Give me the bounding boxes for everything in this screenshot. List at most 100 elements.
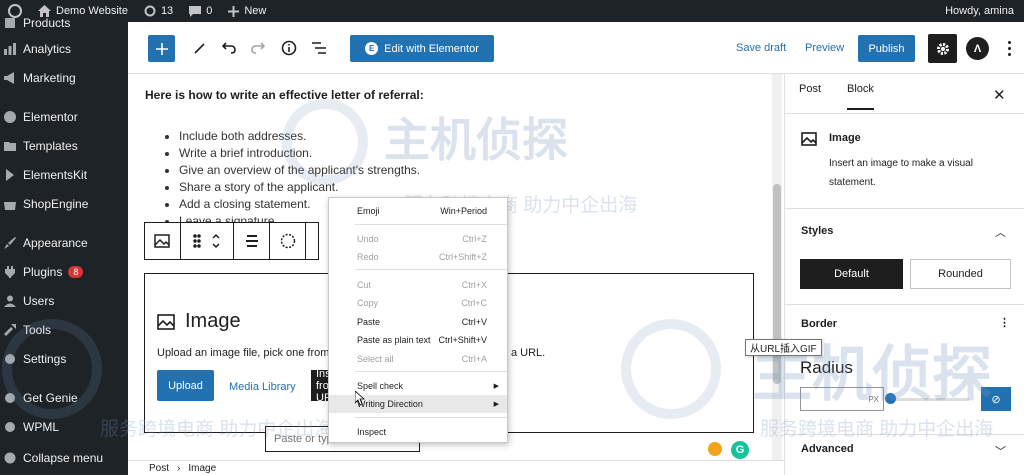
sidebar-item-analytics[interactable]: Analytics bbox=[0, 36, 128, 62]
insert-gif-tooltip: 从URL插入GIF bbox=[745, 339, 822, 356]
extension-indicator[interactable] bbox=[708, 442, 722, 456]
list-item: Include both addresses. bbox=[179, 128, 420, 145]
image-block-title: Image bbox=[157, 310, 241, 333]
plug-icon bbox=[3, 265, 17, 279]
duotone-button[interactable] bbox=[270, 223, 307, 259]
plus-icon bbox=[155, 42, 168, 55]
list-view-button[interactable] bbox=[309, 38, 329, 58]
astra-settings-button[interactable]: Λ bbox=[966, 37, 989, 60]
border-panel-title: Border bbox=[801, 318, 838, 330]
greeting: Howdy, amina bbox=[945, 5, 1014, 17]
grammarly-button[interactable]: G bbox=[731, 441, 749, 459]
content-heading[interactable]: Here is how to write an effective letter… bbox=[145, 88, 424, 102]
tab-post[interactable]: Post bbox=[799, 83, 821, 95]
sidebar-item-shopengine[interactable]: ShopEngine bbox=[0, 191, 128, 217]
block-breadcrumb: Post › Image bbox=[128, 460, 784, 475]
editor-header: E Edit with Elementor Save draft Preview… bbox=[128, 22, 1024, 74]
publish-button[interactable]: Publish bbox=[858, 35, 915, 62]
menu-item-inspect[interactable]: Inspect bbox=[329, 423, 507, 441]
chevron-down-icon[interactable]: ﹀ bbox=[995, 443, 1006, 459]
align-button[interactable] bbox=[234, 223, 271, 259]
block-type-button[interactable] bbox=[145, 223, 181, 259]
canvas-scrollbar[interactable] bbox=[772, 74, 782, 460]
plus-icon bbox=[228, 5, 240, 17]
sidebar-item-get-genie[interactable]: Get Genie bbox=[0, 385, 128, 411]
menu-item-paste-plain-text[interactable]: Paste as plain text Ctrl+Shift+V bbox=[329, 331, 507, 349]
gear-icon bbox=[936, 42, 949, 55]
style-default-button[interactable]: Default bbox=[800, 259, 903, 289]
menu-item-undo[interactable]: Undo Ctrl+Z bbox=[329, 230, 507, 248]
admin-bar: Demo Website 13 0 New Howdy, amina bbox=[0, 0, 1024, 22]
close-settings-button[interactable]: ✕ bbox=[993, 86, 1006, 104]
menu-separator bbox=[355, 417, 507, 418]
comment-icon bbox=[189, 5, 202, 17]
undo-button[interactable] bbox=[219, 38, 239, 58]
divider bbox=[785, 304, 1024, 305]
sidebar-item-templates[interactable]: Templates bbox=[0, 133, 128, 159]
drag-handle-icon[interactable] bbox=[193, 234, 201, 248]
block-inspector: Post Block ✕ Image Insert an image to ma… bbox=[784, 74, 1024, 475]
menu-item-redo[interactable]: Redo Ctrl+Shift+Z bbox=[329, 248, 507, 266]
sidebar-item-elementskit[interactable]: ElementsKit bbox=[0, 162, 128, 188]
menu-item-cut[interactable]: Cut Ctrl+X bbox=[329, 276, 507, 294]
details-button[interactable] bbox=[279, 38, 299, 58]
mouse-cursor-icon bbox=[355, 391, 365, 406]
radius-slider-track[interactable] bbox=[887, 398, 969, 401]
menu-item-emoji[interactable]: Emoji Win+Period bbox=[329, 202, 507, 220]
radius-label: Radius bbox=[800, 358, 853, 377]
edit-with-elementor-button[interactable]: E Edit with Elementor bbox=[350, 35, 494, 62]
sidebar-item-settings[interactable]: Settings bbox=[0, 346, 128, 372]
image-block-instructions: Upload an image file, pick one from bbox=[157, 347, 330, 359]
redo-icon bbox=[251, 42, 265, 54]
comments-link[interactable]: 0 bbox=[181, 0, 220, 22]
pencil-icon bbox=[194, 43, 205, 54]
breadcrumb-image[interactable]: Image bbox=[188, 463, 216, 474]
sidebar-item-wpml[interactable]: WPML bbox=[0, 414, 128, 440]
tab-block[interactable]: Block bbox=[847, 83, 874, 110]
block-inserter-button[interactable] bbox=[148, 35, 175, 62]
sidebar-item-products[interactable]: Products bbox=[0, 10, 128, 36]
sidebar-collapse-menu[interactable]: Collapse menu bbox=[0, 445, 128, 471]
comments-count: 0 bbox=[206, 5, 213, 17]
updates-link[interactable]: 13 bbox=[136, 0, 181, 22]
redo-button[interactable] bbox=[248, 38, 268, 58]
settings-icon bbox=[3, 352, 17, 366]
close-icon: ✕ bbox=[993, 87, 1006, 104]
new-content-link[interactable]: New bbox=[220, 0, 274, 22]
sidebar-item-elementor[interactable]: Elementor bbox=[0, 104, 128, 130]
genie-icon bbox=[3, 391, 17, 405]
account-menu[interactable]: Howdy, amina bbox=[937, 0, 1024, 22]
menu-separator bbox=[355, 269, 507, 270]
menu-separator bbox=[355, 224, 507, 225]
move-up-down-icon[interactable] bbox=[211, 232, 221, 250]
save-draft-button[interactable]: Save draft bbox=[736, 42, 786, 54]
style-rounded-button[interactable]: Rounded bbox=[910, 259, 1011, 289]
advanced-panel-title[interactable]: Advanced bbox=[801, 443, 854, 455]
toolbar-overflow[interactable] bbox=[306, 223, 318, 259]
sidebar-item-plugins[interactable]: Plugins 8 bbox=[0, 259, 128, 285]
styles-panel-title[interactable]: Styles bbox=[801, 225, 833, 237]
sidebar-item-tools[interactable]: Tools bbox=[0, 317, 128, 343]
tools-button[interactable] bbox=[190, 38, 210, 58]
menu-item-select-all[interactable]: Select all Ctrl+A bbox=[329, 350, 507, 368]
radius-slider-handle[interactable] bbox=[885, 393, 896, 404]
menu-item-paste[interactable]: Paste Ctrl+V bbox=[329, 313, 507, 331]
radius-input[interactable]: PX bbox=[800, 387, 884, 411]
menu-item-copy[interactable]: Copy Ctrl+C bbox=[329, 294, 507, 312]
upload-button[interactable]: Upload bbox=[157, 370, 214, 401]
undo-icon bbox=[222, 42, 236, 54]
breadcrumb-post[interactable]: Post bbox=[149, 463, 169, 474]
preview-button[interactable]: Preview bbox=[805, 42, 844, 54]
new-label: New bbox=[244, 5, 267, 17]
sidebar-item-appearance[interactable]: Appearance bbox=[0, 230, 128, 256]
border-options-button[interactable]: ⋮ bbox=[999, 316, 1010, 329]
settings-button[interactable] bbox=[928, 34, 957, 63]
chevron-up-icon[interactable]: ︿ bbox=[995, 224, 1006, 240]
plugins-update-badge: 8 bbox=[68, 266, 84, 278]
block-move-group bbox=[181, 223, 235, 259]
media-library-button[interactable]: Media Library bbox=[229, 381, 296, 393]
sidebar-item-users[interactable]: Users bbox=[0, 288, 128, 314]
options-menu-button[interactable] bbox=[1000, 38, 1018, 58]
link-radius-button[interactable]: ⊘ bbox=[981, 387, 1011, 411]
sidebar-item-marketing[interactable]: Marketing bbox=[0, 65, 128, 91]
